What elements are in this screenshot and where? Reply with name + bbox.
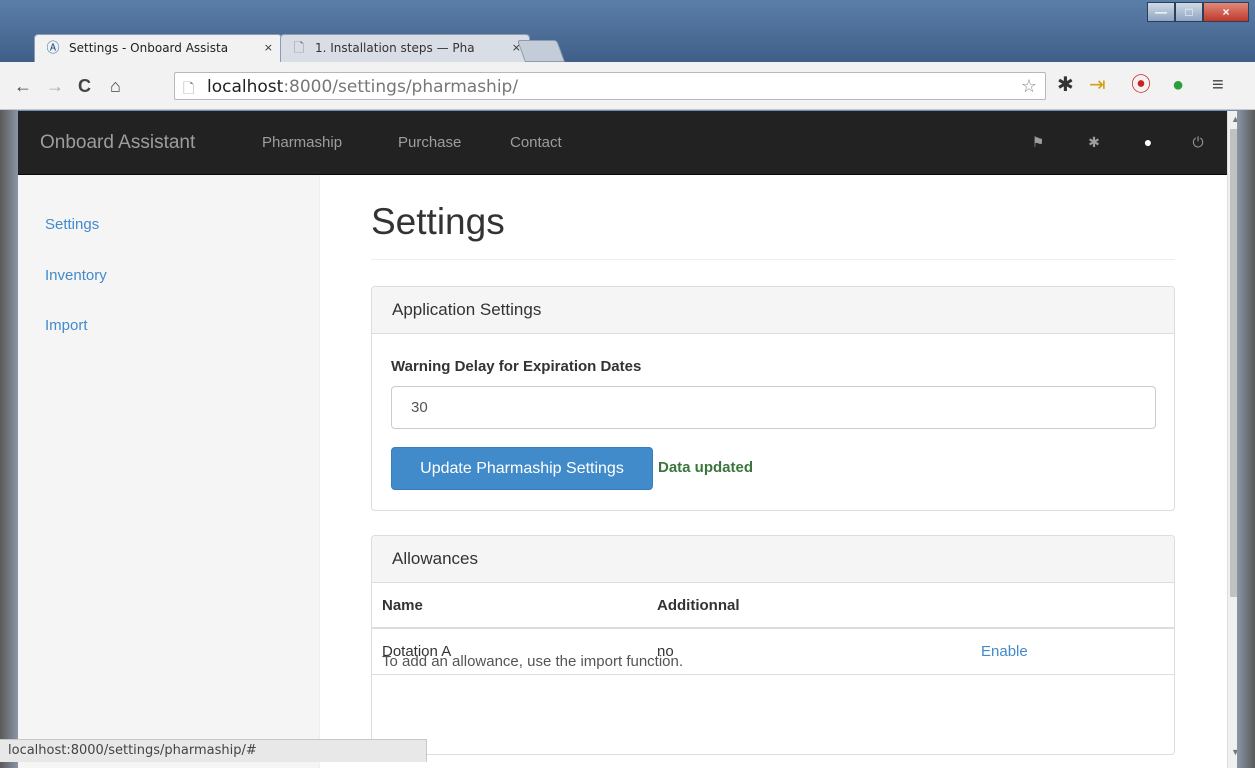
column-header-additional: Additionnal <box>657 597 740 614</box>
settings-gear-icon[interactable]: ✱ <box>1057 74 1074 96</box>
page-title: Settings <box>371 201 505 242</box>
allowances-note: To add an allowance, use the import func… <box>382 653 684 670</box>
flag-icon[interactable]: ⚑ <box>1030 134 1046 150</box>
table-header-row: Name Additionnal <box>372 583 1174 629</box>
nav-purchase[interactable]: Purchase <box>398 134 461 151</box>
scroll-down-icon[interactable]: ▼ <box>1231 747 1237 757</box>
browser-toolbar: ← → C ⌂ 🗋 localhost:8000/settings/pharma… <box>0 62 1255 110</box>
update-settings-button[interactable]: Update Pharmaship Settings <box>391 447 653 490</box>
scrollbar-thumb[interactable] <box>1230 129 1237 597</box>
sidebar-item-import[interactable]: Import <box>45 317 88 334</box>
minimize-button[interactable]: — <box>1147 2 1175 22</box>
column-header-name: Name <box>382 597 423 614</box>
nav-contact[interactable]: Contact <box>510 134 562 151</box>
user-icon[interactable]: ● <box>1140 134 1156 150</box>
leaf-extension-icon[interactable]: ● <box>1172 74 1184 96</box>
tab-title: Settings - Onboard Assista <box>69 41 229 55</box>
nav-pharmaship[interactable]: Pharmaship <box>262 134 342 151</box>
tab-settings[interactable]: Ⓐ Settings - Onboard Assista × <box>34 34 282 62</box>
menu-icon[interactable]: ≡ <box>1212 74 1224 96</box>
panel-heading: Application Settings <box>372 287 1174 334</box>
close-window-button[interactable]: × <box>1203 2 1249 22</box>
tab-installation-steps[interactable]: 🗋 1. Installation steps — Pha × <box>280 34 530 62</box>
tab-title: 1. Installation steps — Pha <box>315 41 475 55</box>
status-message: Data updated <box>658 459 754 476</box>
back-arrow-icon[interactable]: ← <box>14 76 32 96</box>
warning-delay-input[interactable] <box>391 386 1156 429</box>
close-tab-icon[interactable]: × <box>264 41 273 54</box>
extension-icon[interactable]: ⇥ <box>1089 74 1106 96</box>
divider <box>371 259 1175 260</box>
maximize-button[interactable]: □ <box>1175 2 1203 22</box>
window-controls: — □ × <box>1147 2 1249 24</box>
main-content: Settings Application Settings Warning De… <box>320 175 1237 768</box>
status-bar: localhost:8000/settings/pharmaship/# <box>0 739 427 762</box>
forward-arrow-icon[interactable]: → <box>46 76 64 96</box>
new-tab-button[interactable] <box>516 40 566 62</box>
power-icon[interactable]: ⏻ <box>1190 134 1206 150</box>
page-icon: 🗋 <box>183 80 195 96</box>
browser-window: Ⓐ Settings - Onboard Assista × 🗋 1. Inst… <box>0 0 1255 768</box>
title-bar: Ⓐ Settings - Onboard Assista × 🗋 1. Inst… <box>0 0 1255 62</box>
page-icon: 🗋 <box>293 41 305 56</box>
application-settings-panel: Application Settings Warning Delay for E… <box>371 286 1175 511</box>
gear-icon[interactable]: ✱ <box>1086 134 1102 150</box>
stop-extension-icon[interactable]: ⦿ <box>1131 74 1151 96</box>
warning-delay-label: Warning Delay for Expiration Dates <box>391 358 642 375</box>
page-viewport: Onboard Assistant Pharmaship Purchase Co… <box>18 111 1237 768</box>
bookmark-star-icon[interactable]: ☆ <box>1021 76 1037 97</box>
panel-heading: Allowances <box>372 536 1174 583</box>
sidebar-item-settings[interactable]: Settings <box>45 216 99 233</box>
address-bar[interactable]: 🗋 localhost:8000/settings/pharmaship/ ☆ <box>174 72 1046 100</box>
window-frame <box>0 110 18 768</box>
allowances-panel: Allowances Name Additionnal Dotation A n… <box>371 535 1175 755</box>
scroll-up-icon[interactable]: ▲ <box>1231 114 1237 124</box>
onboard-logo-icon: Ⓐ <box>46 41 60 56</box>
brand-link[interactable]: Onboard Assistant <box>40 132 195 154</box>
enable-link[interactable]: Enable <box>981 643 1028 660</box>
reload-icon[interactable]: C <box>78 76 91 96</box>
url-text[interactable]: localhost:8000/settings/pharmaship/ <box>207 77 518 97</box>
sidebar-item-inventory[interactable]: Inventory <box>45 267 107 284</box>
top-navbar: Onboard Assistant Pharmaship Purchase Co… <box>18 111 1237 175</box>
window-frame <box>1237 110 1255 768</box>
vertical-scrollbar[interactable]: ▲ ▼ <box>1227 111 1237 768</box>
sidebar: Settings Inventory Import <box>18 175 320 768</box>
home-icon[interactable]: ⌂ <box>110 76 121 96</box>
